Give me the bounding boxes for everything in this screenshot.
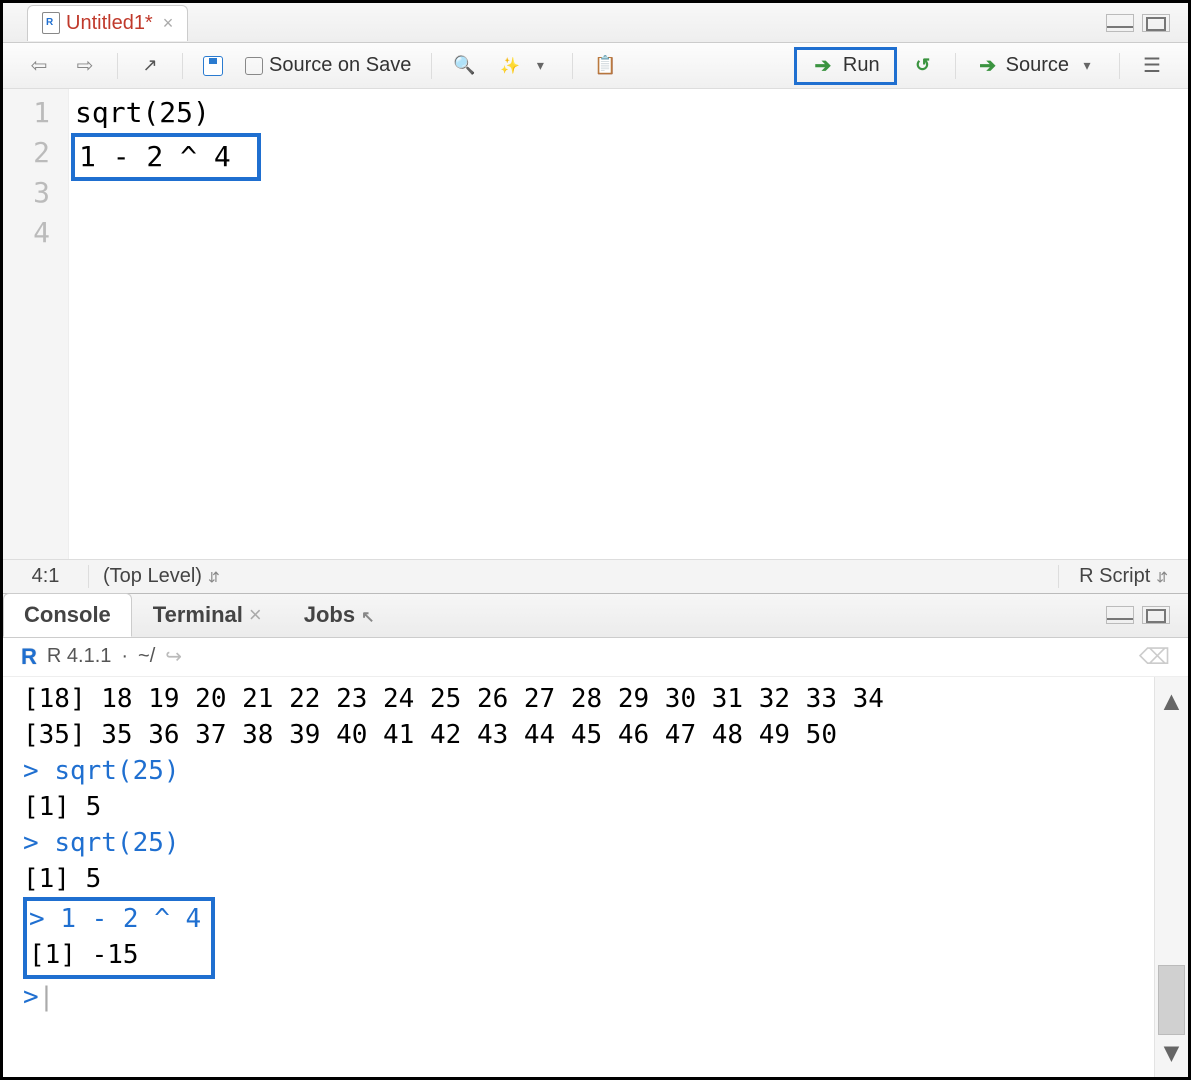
maximize-icon[interactable] bbox=[1142, 606, 1170, 624]
save-button[interactable] bbox=[195, 52, 231, 80]
editor-tab-bar: Untitled1* × bbox=[3, 3, 1188, 43]
cursor-icon bbox=[361, 602, 374, 628]
code-area[interactable]: sqrt(25) 1 - 2 ^ 4 bbox=[69, 89, 261, 559]
tab-terminal-label: Terminal bbox=[153, 602, 243, 628]
result-line: [1] 5 bbox=[23, 792, 101, 822]
console-tab-bar: Console Terminal× Jobs bbox=[3, 594, 1188, 638]
line-number: 3 bbox=[3, 173, 50, 213]
editor-status-bar: 4:1 (Top Level) R Script bbox=[3, 559, 1188, 593]
tab-console[interactable]: Console bbox=[3, 593, 132, 637]
line-number-gutter: 1 2 3 4 bbox=[3, 89, 69, 559]
rerun-button[interactable] bbox=[903, 50, 943, 82]
notebook-button[interactable] bbox=[585, 50, 625, 82]
popout-button[interactable] bbox=[130, 50, 170, 82]
source-on-save-checkbox[interactable]: Source on Save bbox=[237, 50, 419, 81]
wand-icon bbox=[498, 54, 522, 78]
tab-jobs-label: Jobs bbox=[304, 602, 355, 628]
code-line[interactable]: sqrt(25) bbox=[75, 93, 261, 133]
prompt: > bbox=[23, 756, 39, 786]
outline-button[interactable] bbox=[1132, 50, 1172, 82]
popout-icon bbox=[138, 54, 162, 78]
source-arrow-icon bbox=[976, 54, 1000, 78]
clear-console-icon[interactable]: ⌫ bbox=[1139, 644, 1170, 670]
prompt: > bbox=[23, 828, 39, 858]
minimize-icon[interactable] bbox=[1106, 14, 1134, 32]
result-line: [1] -15 bbox=[29, 940, 139, 970]
scroll-track[interactable] bbox=[1155, 719, 1188, 1035]
pane-window-buttons bbox=[1106, 14, 1188, 32]
scroll-up-icon[interactable] bbox=[1164, 683, 1180, 719]
scope-label: (Top Level) bbox=[103, 565, 202, 588]
close-icon[interactable]: × bbox=[249, 602, 262, 628]
outline-icon bbox=[1140, 54, 1164, 78]
editor-toolbar: Source on Save Run Source bbox=[3, 43, 1188, 89]
output-line: [35] 35 36 37 38 39 40 41 42 43 44 45 46… bbox=[23, 720, 837, 750]
find-button[interactable] bbox=[444, 50, 484, 82]
console-pane: Console Terminal× Jobs R R 4.1.1 · ~/ ⌫ … bbox=[3, 594, 1188, 1077]
command: sqrt(25) bbox=[54, 828, 179, 858]
output-line: [18] 18 19 20 21 22 23 24 25 26 27 28 29… bbox=[23, 684, 884, 714]
close-tab-icon[interactable]: × bbox=[163, 13, 174, 34]
file-tab-label: Untitled1* bbox=[66, 12, 153, 35]
nav-back-button[interactable] bbox=[19, 50, 59, 82]
save-icon bbox=[203, 56, 223, 76]
minimize-icon[interactable] bbox=[1106, 606, 1134, 624]
run-arrow-icon bbox=[811, 54, 835, 78]
updown-icon bbox=[208, 565, 220, 588]
tab-terminal[interactable]: Terminal× bbox=[132, 593, 283, 637]
separator-dot: · bbox=[121, 645, 128, 668]
console-scrollbar[interactable] bbox=[1154, 677, 1188, 1077]
updown-icon bbox=[1156, 565, 1168, 588]
scroll-down-icon[interactable] bbox=[1164, 1035, 1180, 1071]
arrow-left-icon bbox=[27, 54, 51, 78]
command: sqrt(25) bbox=[54, 756, 179, 786]
r-file-icon bbox=[42, 12, 60, 34]
rerun-icon bbox=[911, 54, 935, 78]
code-tools-button[interactable] bbox=[490, 50, 560, 82]
maximize-icon[interactable] bbox=[1142, 14, 1170, 32]
console-header: R R 4.1.1 · ~/ ⌫ bbox=[3, 638, 1188, 677]
console-body: [18] 18 19 20 21 22 23 24 25 26 27 28 29… bbox=[3, 677, 1188, 1077]
highlighted-code: 1 - 2 ^ 4 bbox=[71, 133, 261, 181]
prompt[interactable]: > bbox=[23, 982, 54, 1012]
nav-forward-button[interactable] bbox=[65, 50, 105, 82]
checkbox-icon bbox=[245, 57, 263, 75]
source-button[interactable]: Source bbox=[968, 50, 1107, 82]
scope-selector[interactable]: (Top Level) bbox=[89, 565, 234, 588]
source-pane: Untitled1* × Source on Save Run bbox=[3, 3, 1188, 594]
language-label: R Script bbox=[1079, 565, 1150, 588]
code-line[interactable]: 1 - 2 ^ 4 bbox=[75, 133, 261, 181]
arrow-right-icon bbox=[73, 54, 97, 78]
tab-jobs[interactable]: Jobs bbox=[283, 593, 396, 637]
search-icon bbox=[452, 54, 476, 78]
r-version: R 4.1.1 bbox=[47, 645, 111, 668]
share-icon[interactable] bbox=[165, 644, 182, 669]
source-on-save-label: Source on Save bbox=[269, 54, 411, 77]
code-editor[interactable]: 1 2 3 4 sqrt(25) 1 - 2 ^ 4 bbox=[3, 89, 1188, 559]
result-line: [1] 5 bbox=[23, 864, 101, 894]
caret-down-icon bbox=[1075, 54, 1099, 78]
run-button[interactable]: Run bbox=[794, 47, 897, 85]
source-label: Source bbox=[1006, 54, 1069, 77]
run-label: Run bbox=[843, 54, 880, 77]
r-logo-icon: R bbox=[21, 644, 37, 670]
line-number: 2 bbox=[3, 133, 50, 173]
caret-down-icon bbox=[528, 54, 552, 78]
highlighted-console-block: > 1 - 2 ^ 4 [1] -15 bbox=[23, 897, 215, 979]
console-output[interactable]: [18] 18 19 20 21 22 23 24 25 26 27 28 29… bbox=[3, 677, 1154, 1077]
line-number: 4 bbox=[3, 213, 50, 253]
scroll-thumb[interactable] bbox=[1158, 965, 1185, 1035]
file-tab-untitled[interactable]: Untitled1* × bbox=[27, 5, 188, 41]
language-selector[interactable]: R Script bbox=[1058, 565, 1188, 588]
cursor-position[interactable]: 4:1 bbox=[3, 565, 89, 588]
line-number: 1 bbox=[3, 93, 50, 133]
command: 1 - 2 ^ 4 bbox=[60, 904, 201, 934]
pane-window-buttons bbox=[1106, 606, 1188, 624]
tab-console-label: Console bbox=[24, 602, 111, 628]
working-dir[interactable]: ~/ bbox=[138, 645, 155, 668]
notebook-icon bbox=[593, 54, 617, 78]
prompt: > bbox=[29, 904, 45, 934]
